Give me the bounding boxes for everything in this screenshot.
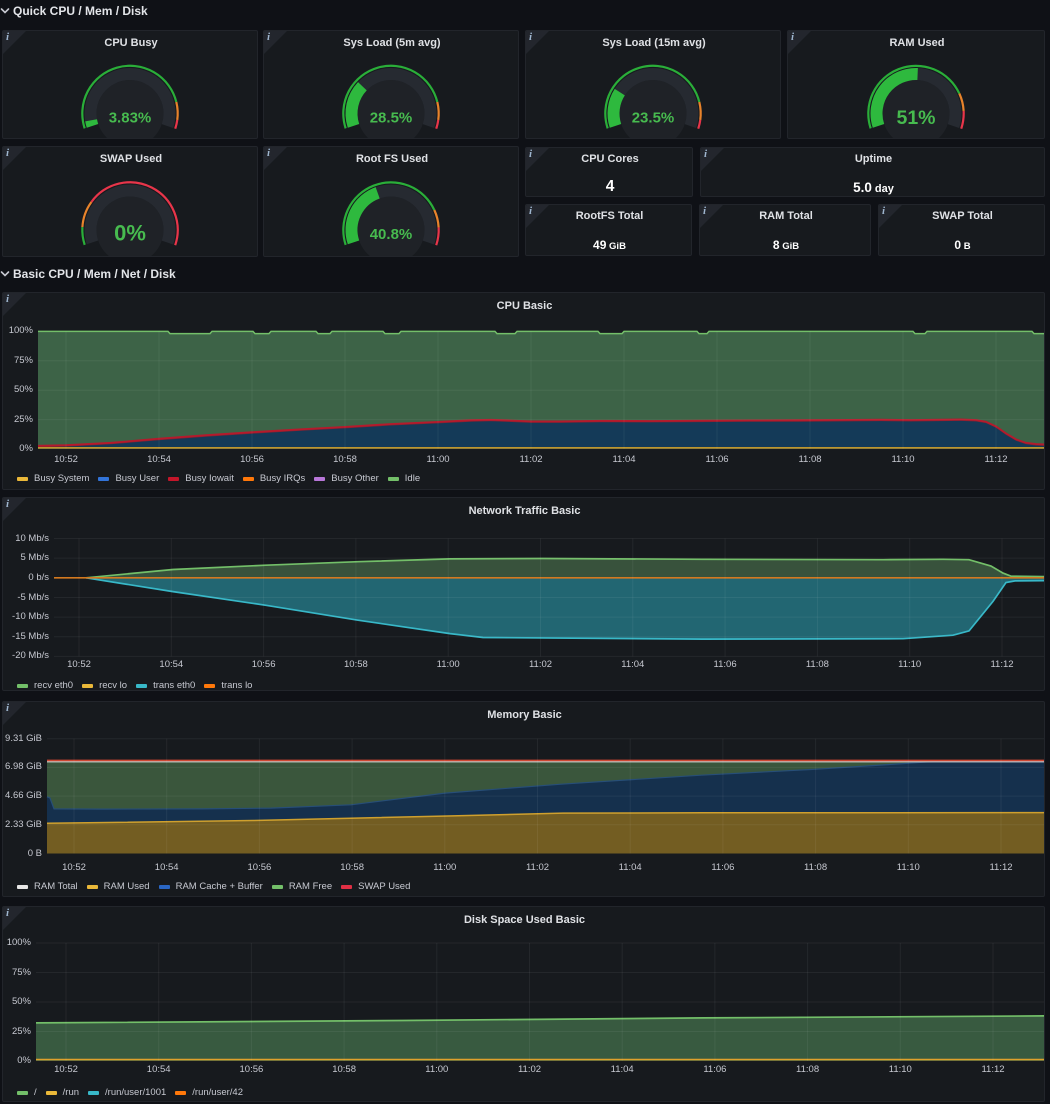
svg-text:23.5%: 23.5% — [632, 109, 675, 126]
svg-text:28.5%: 28.5% — [370, 109, 413, 126]
svg-text:51%: 51% — [896, 107, 935, 129]
svg-text:40.8%: 40.8% — [370, 226, 413, 243]
svg-text:3.83%: 3.83% — [109, 109, 152, 126]
svg-text:0%: 0% — [114, 221, 146, 246]
